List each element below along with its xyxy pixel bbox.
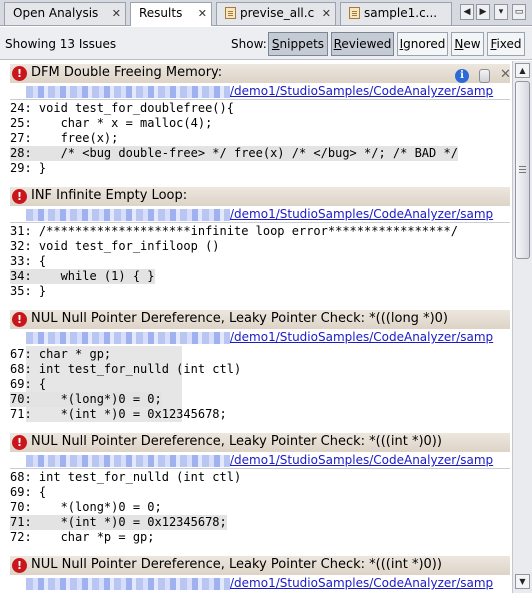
error-icon: ! xyxy=(12,558,27,573)
code-line-highlighted: 71: *(int *)0 = 0x12345678; xyxy=(10,515,227,530)
up-arrow-icon: ▲ xyxy=(519,66,526,75)
left-arrow-icon: ◀ xyxy=(463,7,471,17)
issue-title: DFM Double Freeing Memory: xyxy=(31,65,223,80)
results-toolbar: Showing 13 Issues Show: Snippets Reviewe… xyxy=(0,27,532,60)
issue-header[interactable]: ! INF Infinite Empty Loop: xyxy=(10,187,510,206)
issue-title: NUL Null Pointer Dereference, Leaky Poin… xyxy=(31,434,442,449)
error-icon: ! xyxy=(12,312,27,327)
divider xyxy=(10,99,510,100)
tab-open-analysis[interactable]: Open Analysis ✕ xyxy=(4,2,126,25)
close-tab-icon[interactable]: ✕ xyxy=(112,3,121,24)
filter-ignored-button[interactable]: Ignored xyxy=(397,32,448,56)
code-line-highlighted: 34: while (1) { } xyxy=(10,269,155,284)
scroll-down-button[interactable]: ▼ xyxy=(515,574,530,589)
dropdown-arrow-icon: ▾ xyxy=(498,7,504,17)
tab-label: previse_all.c xyxy=(240,6,315,20)
file-path-link[interactable]: /demo1/StudioSamples/CodeAnalyzer/samp xyxy=(230,330,506,344)
code-line: 32: void test_for_infiloop () xyxy=(10,239,220,253)
code-line: 68: int test_for_nulld (int ctl) xyxy=(10,470,242,484)
tab-results[interactable]: Results ✕ xyxy=(130,2,212,26)
tab-scroll-left-button[interactable]: ◀ xyxy=(460,4,474,20)
code-line: 71: *(int *)0 = 0x12345678; xyxy=(10,407,227,421)
error-icon: ! xyxy=(12,189,27,204)
right-arrow-icon: ▶ xyxy=(479,7,487,17)
filter-snippets-button[interactable]: Snippets xyxy=(268,32,328,56)
down-arrow-icon: ▼ xyxy=(519,577,526,586)
tab-label: sample1.c... xyxy=(364,6,438,20)
tab-sample1[interactable]: sample1.c... xyxy=(340,2,452,25)
obscured-path xyxy=(26,209,230,221)
obscured-path xyxy=(26,86,230,98)
issues-list: ! DFM Double Freeing Memory: i ✕ /demo1/… xyxy=(0,61,512,593)
issue-count: Showing 13 Issues xyxy=(5,37,117,51)
error-icon: ! xyxy=(12,66,27,81)
tab-list-button[interactable]: ▾ xyxy=(494,4,508,20)
code-line: 35: } xyxy=(10,284,47,298)
code-line: 69: { xyxy=(10,485,47,499)
tab-previse-all[interactable]: previse_all.c ✕ xyxy=(216,2,336,25)
code-line: 31: /********************infinite loop e… xyxy=(10,224,458,238)
code-line: 33: { xyxy=(10,254,47,268)
code-line: 67: char * gp; xyxy=(10,347,112,361)
editor-tab-bar: Open Analysis ✕ Results ✕ previse_all.c … xyxy=(0,0,532,26)
code-line: 70: *(long*)0 = 0; xyxy=(10,500,162,514)
divider xyxy=(10,468,510,469)
issue-header[interactable]: ! NUL Null Pointer Dereference, Leaky Po… xyxy=(10,433,510,452)
issue-header[interactable]: ! NUL Null Pointer Dereference, Leaky Po… xyxy=(10,310,510,329)
code-line: 69: { xyxy=(10,377,47,391)
close-tab-icon[interactable]: ✕ xyxy=(322,3,331,24)
obscured-path xyxy=(26,332,230,344)
code-line-highlighted: 70: *(long*)0 = 0; xyxy=(10,392,162,407)
filter-reviewed-button[interactable]: Reviewed xyxy=(331,32,394,56)
close-icon[interactable]: ✕ xyxy=(500,67,511,82)
file-path-link[interactable]: /demo1/StudioSamples/CodeAnalyzer/samp xyxy=(230,84,506,98)
code-line: 27: free(x); xyxy=(10,131,119,145)
close-tab-icon[interactable]: ✕ xyxy=(198,3,207,24)
window-icon: ▭ xyxy=(514,7,524,17)
tab-label: Open Analysis xyxy=(13,6,99,20)
code-line-highlighted: 28: /* <bug double-free> */ free(x) /* <… xyxy=(10,146,458,161)
tab-scroll-right-button[interactable]: ▶ xyxy=(476,4,490,20)
show-label: Show: xyxy=(231,37,267,51)
filter-fixed-button[interactable]: Fixed xyxy=(487,32,525,56)
obscured-path xyxy=(26,578,230,590)
trash-icon[interactable] xyxy=(479,69,490,83)
obscured-path xyxy=(26,455,230,467)
maximize-button[interactable]: ▭ xyxy=(512,4,526,20)
tab-label: Results xyxy=(139,6,183,20)
code-line: 29: } xyxy=(10,161,47,175)
issue-title: NUL Null Pointer Dereference, Leaky Poin… xyxy=(31,557,442,572)
code-line: 25: char * x = malloc(4); xyxy=(10,116,213,130)
scroll-up-button[interactable]: ▲ xyxy=(515,63,530,78)
file-path-link[interactable]: /demo1/StudioSamples/CodeAnalyzer/samp xyxy=(230,453,506,467)
issue-title: INF Infinite Empty Loop: xyxy=(31,188,188,203)
vertical-scrollbar[interactable]: ▲ ▼ xyxy=(512,61,532,593)
filter-new-button[interactable]: New xyxy=(451,32,484,56)
code-line: 68: int test_for_nulld (int ctl) xyxy=(10,362,242,376)
error-icon: ! xyxy=(12,435,27,450)
c-file-icon xyxy=(349,7,360,19)
issue-header[interactable]: ! NUL Null Pointer Dereference, Leaky Po… xyxy=(10,556,510,575)
issue-header[interactable]: ! DFM Double Freeing Memory: i ✕ xyxy=(10,64,511,83)
file-path-link[interactable]: /demo1/StudioSamples/CodeAnalyzer/samp xyxy=(230,207,506,221)
scrollbar-thumb[interactable] xyxy=(515,81,530,259)
divider xyxy=(10,222,510,223)
file-path-link[interactable]: /demo1/StudioSamples/CodeAnalyzer/samp xyxy=(230,576,506,590)
c-file-icon xyxy=(225,7,236,19)
info-icon[interactable]: i xyxy=(455,69,469,83)
code-line: 72: char *p = gp; xyxy=(10,530,155,544)
code-line: 24: void test_for_doublefree(){ xyxy=(10,101,234,115)
issue-title: NUL Null Pointer Dereference, Leaky Poin… xyxy=(31,311,448,326)
